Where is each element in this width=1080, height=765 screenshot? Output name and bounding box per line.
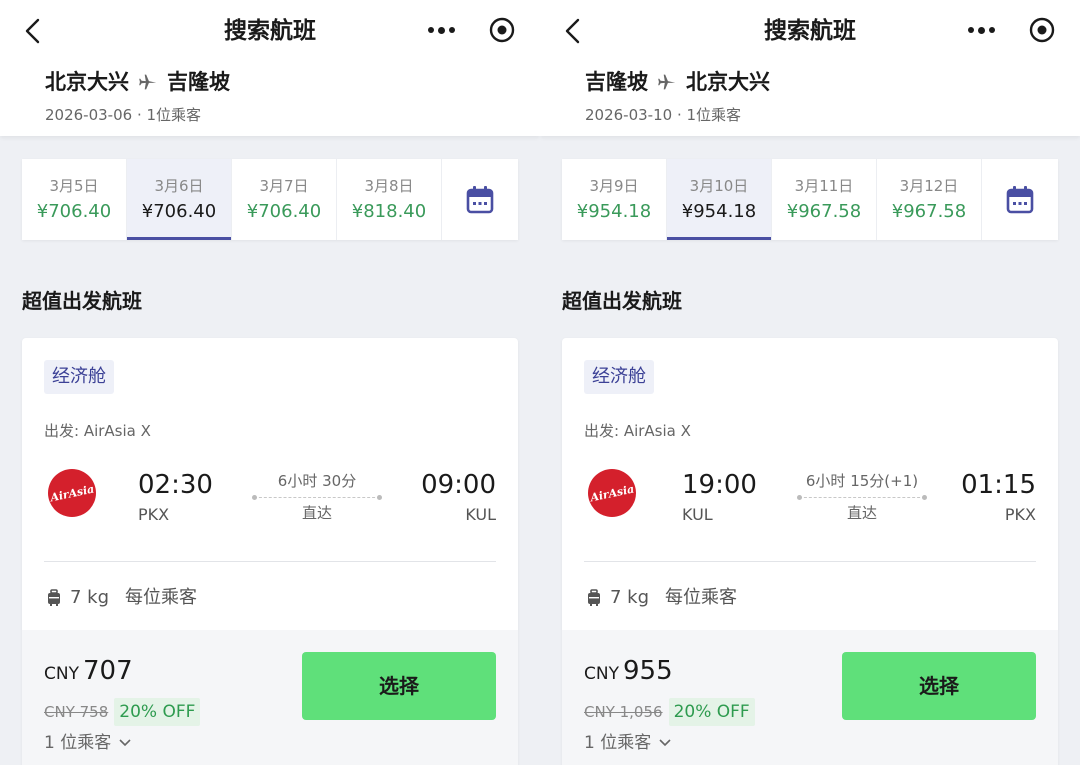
calendar-button[interactable] xyxy=(982,159,1058,240)
baggage-weight: 7 kg xyxy=(70,587,110,608)
calendar-button[interactable] xyxy=(442,159,518,240)
route-line xyxy=(252,495,382,500)
return-panel: 搜索航班 吉隆坡 北京大兴 2026-03-10 · 1位乘客 3月9日 ¥95… xyxy=(540,0,1080,765)
passenger-count: 1 位乘客 xyxy=(584,733,652,753)
more-button[interactable] xyxy=(952,8,1010,52)
airasia-logo: AirAsia xyxy=(588,469,636,517)
price-section: CNY 707 CNY 758 20% OFF 1 位乘客 选择 xyxy=(22,630,518,765)
currency: CNY xyxy=(44,664,79,684)
discount-row: CNY 758 20% OFF xyxy=(44,698,201,726)
price-section: CNY 955 CNY 1,056 20% OFF 1 位乘客 选择 xyxy=(562,630,1058,765)
baggage-info: 7 kg 每位乘客 xyxy=(586,584,737,612)
price-amount: 955 xyxy=(622,656,673,686)
luggage-icon xyxy=(48,589,60,606)
airline-label: 出发: AirAsia X xyxy=(584,422,691,440)
passenger-selector[interactable]: 1 位乘客 xyxy=(584,730,671,756)
departure-time: 02:30 xyxy=(138,470,213,500)
chevron-down-icon xyxy=(119,739,131,747)
flight-duration: 6小时 30分 xyxy=(277,472,357,490)
cabin-badge: 经济舱 xyxy=(44,360,114,394)
arrival-airport: PKX xyxy=(1004,505,1036,524)
header: 搜索航班 吉隆坡 北京大兴 2026-03-10 · 1位乘客 xyxy=(540,0,1080,136)
baggage-note: 每位乘客 xyxy=(125,587,198,608)
stop-info: 直达 xyxy=(301,504,332,522)
calendar-icon xyxy=(1006,185,1034,213)
baggage-weight: 7 kg xyxy=(610,587,650,608)
discount-row: CNY 1,056 20% OFF xyxy=(584,698,755,726)
plane-icon xyxy=(658,74,676,90)
price: CNY 707 xyxy=(44,654,133,691)
flight-duration: 6小时 15分(+1) xyxy=(805,472,919,490)
trip-subtitle: 2026-03-10 · 1位乘客 xyxy=(585,106,742,124)
mini-program-capsule xyxy=(952,8,1070,52)
flight-card: 经济舱 出发: AirAsia X AirAsia 02:30 PKX 6小时 … xyxy=(22,338,518,765)
departure-airport: KUL xyxy=(682,505,713,524)
more-dots-icon xyxy=(427,27,434,33)
select-button[interactable]: 选择 xyxy=(842,652,1036,720)
destination-city: 吉隆坡 xyxy=(167,70,230,94)
route-title: 北京大兴 吉隆坡 xyxy=(45,66,230,98)
section-title: 超值出发航班 xyxy=(22,289,142,313)
route-title: 吉隆坡 北京大兴 xyxy=(585,66,770,98)
arrival-airport: KUL xyxy=(465,505,496,524)
date-option[interactable]: 3月8日 ¥818.40 xyxy=(337,159,442,240)
mini-program-capsule xyxy=(412,8,530,52)
luggage-icon xyxy=(588,589,600,606)
discount-badge: 20% OFF xyxy=(668,698,755,726)
divider xyxy=(44,561,496,562)
baggage-note: 每位乘客 xyxy=(665,587,738,608)
cabin-badge: 经济舱 xyxy=(584,360,654,394)
date-option[interactable]: 3月9日 ¥954.18 xyxy=(562,159,667,240)
date-option-selected[interactable]: 3月6日 ¥706.40 xyxy=(127,159,232,240)
date-option[interactable]: 3月11日 ¥967.58 xyxy=(772,159,877,240)
original-price: CNY 1,056 xyxy=(584,703,663,721)
baggage-info: 7 kg 每位乘客 xyxy=(46,584,197,612)
chevron-down-icon xyxy=(659,739,671,747)
passenger-selector[interactable]: 1 位乘客 xyxy=(44,730,131,756)
outbound-panel: 搜索航班 北京大兴 吉隆坡 2026-03-06 · 1位乘客 3月5日 ¥70… xyxy=(0,0,540,765)
trip-subtitle: 2026-03-06 · 1位乘客 xyxy=(45,106,202,124)
original-price: CNY 758 xyxy=(44,703,109,721)
currency: CNY xyxy=(584,664,619,684)
origin-city: 北京大兴 xyxy=(45,70,129,94)
plane-icon xyxy=(139,74,157,90)
date-option[interactable]: 3月5日 ¥706.40 xyxy=(22,159,127,240)
discount-badge: 20% OFF xyxy=(114,698,201,726)
target-icon xyxy=(489,17,515,43)
date-option-selected[interactable]: 3月10日 ¥954.18 xyxy=(667,159,772,240)
origin-city: 吉隆坡 xyxy=(585,70,648,94)
close-button[interactable] xyxy=(1026,14,1058,46)
departure-airport: PKX xyxy=(138,505,170,524)
price: CNY 955 xyxy=(584,654,673,691)
airline-label: 出发: AirAsia X xyxy=(44,422,151,440)
calendar-icon xyxy=(466,185,494,213)
date-selector: 3月5日 ¥706.40 3月6日 ¥706.40 3月7日 ¥706.40 3… xyxy=(22,159,518,240)
price-amount: 707 xyxy=(82,656,133,686)
destination-city: 北京大兴 xyxy=(686,70,770,94)
more-button[interactable] xyxy=(412,8,470,52)
target-icon xyxy=(1029,17,1055,43)
select-button[interactable]: 选择 xyxy=(302,652,496,720)
date-selector: 3月9日 ¥954.18 3月10日 ¥954.18 3月11日 ¥967.58… xyxy=(562,159,1058,240)
more-dots-icon xyxy=(967,27,974,33)
divider xyxy=(584,561,1036,562)
date-option[interactable]: 3月7日 ¥706.40 xyxy=(232,159,337,240)
departure-time: 19:00 xyxy=(682,470,757,500)
stop-info: 直达 xyxy=(846,504,877,522)
arrival-time: 01:15 xyxy=(961,470,1036,500)
passenger-count: 1 位乘客 xyxy=(44,733,112,753)
route-line xyxy=(797,495,927,500)
date-option[interactable]: 3月12日 ¥967.58 xyxy=(877,159,982,240)
section-title: 超值出发航班 xyxy=(562,289,682,313)
airasia-logo: AirAsia xyxy=(48,469,96,517)
close-button[interactable] xyxy=(486,14,518,46)
flight-card: 经济舱 出发: AirAsia X AirAsia 19:00 KUL 6小时 … xyxy=(562,338,1058,765)
header: 搜索航班 北京大兴 吉隆坡 2026-03-06 · 1位乘客 xyxy=(0,0,540,136)
arrival-time: 09:00 xyxy=(421,470,496,500)
